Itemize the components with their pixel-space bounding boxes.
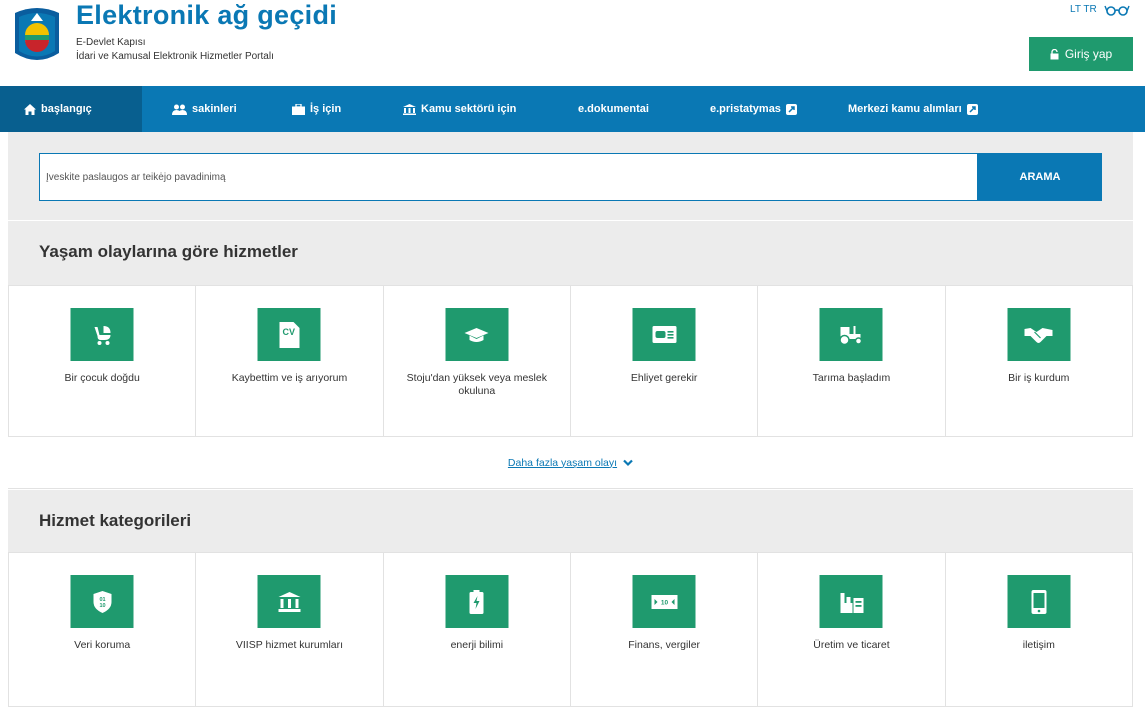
lock-icon (1050, 48, 1059, 59)
life-events-title: Yaşam olaylarına göre hizmetler (39, 242, 298, 261)
nav-label-home: başlangıç (41, 103, 92, 115)
life-event-tile[interactable]: Stoju'dan yüksek veya meslek okuluna (383, 286, 571, 437)
site-header: Elektronik ağ geçidi E-Devlet Kapısı İda… (0, 0, 1145, 86)
tile-label: VIISP hizmet kurumları (235, 639, 344, 651)
svg-text:10: 10 (661, 599, 669, 606)
driver-license-icon (632, 308, 696, 361)
institution-icon (403, 103, 416, 115)
cv-text: CV (282, 327, 295, 337)
tile-label: Ehliyet gerekir (630, 372, 698, 384)
category-tile[interactable]: VIISP hizmet kurumları (196, 553, 384, 707)
search-button[interactable]: ARAMA (978, 153, 1102, 201)
categories-title: Hizmet kategorileri (39, 511, 192, 530)
nav-item-business[interactable]: İş için (292, 86, 341, 132)
institution-icon (257, 575, 321, 628)
nav-item-public-sector[interactable]: Kamu sektörü için (403, 86, 516, 132)
category-tile[interactable]: 01 10 Veri koruma (9, 553, 197, 707)
tile-label: Tarıma başladım (812, 372, 891, 384)
nav-label-edocuments: e.dokumentai (578, 103, 649, 115)
external-link-icon (785, 103, 797, 115)
life-event-tile[interactable]: Tarıma başladım (758, 286, 946, 437)
site-description: İdari ve Kamusal Elektronik Hizmetler Po… (76, 51, 274, 62)
coat-of-arms-logo-icon[interactable] (9, 5, 65, 65)
people-icon (172, 104, 187, 115)
tile-label: Bir çocuk doğdu (64, 372, 140, 384)
life-event-tile[interactable]: Ehliyet gerekir (570, 286, 759, 437)
stroller-icon (70, 308, 134, 361)
graduation-cap-icon (445, 308, 509, 361)
category-tile[interactable]: 10 Finans, vergiler (570, 553, 759, 707)
tile-label: Bir iş kurdum (1008, 372, 1070, 384)
battery-icon (445, 575, 509, 628)
tile-label: Stoju'dan yüksek veya meslek okuluna (406, 372, 547, 397)
login-button[interactable]: Giriş yap (1029, 37, 1133, 71)
more-life-events-link[interactable]: Daha fazla yaşam olayı (508, 457, 617, 469)
site-subtitle: E-Devlet Kapısı (76, 37, 146, 48)
life-events-grid: Bir çocuk doğdu CV Kaybettim ve iş arıyo… (8, 285, 1133, 437)
site-title[interactable]: Elektronik ağ geçidi (76, 0, 337, 31)
tile-label: enerji bilimi (450, 639, 504, 651)
glasses-icon[interactable] (1104, 3, 1130, 17)
category-tile[interactable]: iletişim (945, 553, 1133, 707)
nav-label-edelivery: e.pristatymas (710, 103, 781, 115)
cv-icon: CV (257, 308, 321, 361)
category-tile[interactable]: Üretim ve ticaret (758, 553, 946, 707)
nav-label-business: İş için (310, 103, 342, 115)
tile-label: Üretim ve ticaret (813, 639, 890, 651)
language-switch[interactable]: LT TR (1070, 4, 1097, 15)
nav-item-residents[interactable]: sakinleri (172, 86, 237, 132)
login-label: Giriş yap (1064, 47, 1113, 61)
tile-label: Kaybettim ve iş arıyorum (231, 372, 348, 384)
factory-icon (819, 575, 883, 628)
tractor-icon (819, 308, 883, 361)
life-event-tile[interactable]: Bir çocuk doğdu (9, 286, 197, 437)
nav-label-public-sector: Kamu sektörü için (421, 103, 517, 115)
external-link-icon (966, 103, 978, 115)
chevron-down-icon[interactable] (623, 459, 633, 467)
nav-item-edelivery[interactable]: e.pristatymas (710, 86, 797, 132)
nav-label-public-procurement: Merkezi kamu alımları (848, 103, 962, 115)
more-life-events: Daha fazla yaşam olayı (8, 437, 1133, 489)
svg-text:10: 10 (99, 603, 105, 609)
home-icon (24, 103, 36, 115)
banknote-icon: 10 (632, 575, 696, 628)
phone-icon (1007, 575, 1071, 628)
briefcase-icon (292, 103, 305, 115)
data-shield-icon: 01 10 (70, 575, 134, 628)
nav-item-public-procurement[interactable]: Merkezi kamu alımları (848, 86, 978, 132)
nav-item-home[interactable]: başlangıç (0, 86, 142, 132)
nav-label-residents: sakinleri (192, 103, 237, 115)
life-event-tile[interactable]: Bir iş kurdum (945, 286, 1133, 437)
categories-grid: 01 10 Veri koruma VIISP hizmet kurumları… (8, 552, 1133, 707)
main-nav: başlangıç sakinleri İş için Kamu sektörü… (0, 86, 1145, 132)
handshake-icon (1007, 308, 1071, 361)
search-input[interactable] (39, 153, 978, 201)
category-tile[interactable]: enerji bilimi (383, 553, 571, 707)
tile-label: Veri koruma (74, 639, 131, 651)
life-event-tile[interactable]: CV Kaybettim ve iş arıyorum (196, 286, 384, 437)
nav-item-edocuments[interactable]: e.dokumentai (578, 86, 649, 132)
tile-label: iletişim (1022, 639, 1055, 651)
tile-label: Finans, vergiler (628, 639, 701, 651)
